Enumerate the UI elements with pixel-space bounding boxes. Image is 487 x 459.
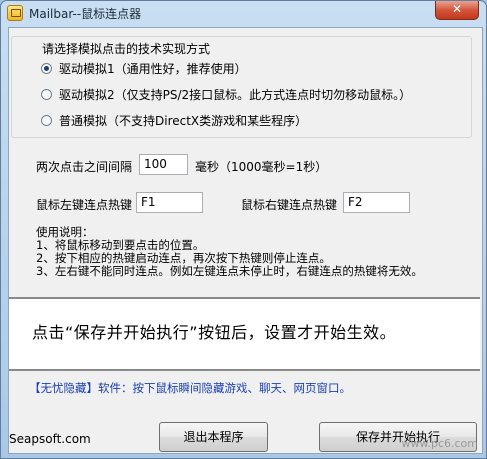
radio-label: 普通模拟（不支持DirectX类游戏和某些程序） [59, 113, 308, 128]
interval-unit-label: 毫秒（1000毫秒=1秒） [195, 160, 328, 174]
radio-button-checked[interactable] [41, 62, 52, 74]
radio-normal-sim[interactable]: 普通模拟（不支持DirectX类游戏和某些程序） [41, 112, 307, 128]
instruction-line: 3、左右键不能同时连点。例如左键连点未停止时，右键连点的热键将无效。 [36, 264, 423, 278]
technique-group-title: 请选择模拟点击的技术实现方式 [40, 40, 213, 57]
window-title: Mailbar--鼠标连点器 [29, 7, 142, 21]
left-hotkey-label: 鼠标左键连点热键 [36, 198, 133, 212]
radio-driver-sim-1[interactable]: 驱动模拟1（通用性好，推荐使用） [41, 60, 247, 76]
close-button[interactable]: ✕ [435, 1, 479, 20]
notice-text: 点击“保存并开始执行”按钮后，设置才开始生效。 [32, 323, 397, 342]
radio-driver-sim-2[interactable]: 驱动模拟2（仅支持PS/2接口鼠标。此方式连点时切勿移动鼠标。） [41, 86, 411, 102]
exit-button[interactable]: 退出本程序 [159, 422, 268, 452]
left-hotkey-input[interactable]: F1 [136, 192, 203, 213]
radio-label: 驱动模拟1（通用性好，推荐使用） [59, 61, 247, 76]
interval-input[interactable]: 100 [139, 154, 188, 175]
interval-label: 两次点击之间间隔 [36, 160, 133, 174]
title-bar[interactable]: Mailbar--鼠标连点器 ✕ [1, 1, 486, 25]
watermark-text: www.pc6.com [401, 437, 479, 450]
client-area: 请选择模拟点击的技术实现方式 驱动模拟1（通用性好，推荐使用） 驱动模拟2（仅支… [8, 27, 483, 454]
radio-label: 驱动模拟2（仅支持PS/2接口鼠标。此方式连点时切勿移动鼠标。） [59, 87, 412, 102]
promo-link[interactable]: 【无忧隐藏】软件：按下鼠标瞬间隐藏游戏、聊天、网页窗口。 [29, 380, 351, 396]
app-window: Mailbar--鼠标连点器 ✕ 请选择模拟点击的技术实现方式 驱动模拟1（通用… [0, 0, 487, 459]
site-link[interactable]: Seapsoft.com [9, 432, 91, 446]
radio-button[interactable] [41, 88, 52, 100]
notice-panel: 点击“保存并开始执行”按钮后，设置才开始生效。 [9, 297, 480, 371]
usage-instructions: 使用说明： 1、将鼠标移动到要点击的位置。 2、按下相应的热键启动连点，再次按下… [36, 226, 423, 278]
app-icon [7, 5, 23, 21]
right-hotkey-label: 鼠标右键连点热键 [241, 198, 338, 212]
right-hotkey-input[interactable]: F2 [343, 192, 410, 213]
radio-button[interactable] [41, 114, 52, 126]
